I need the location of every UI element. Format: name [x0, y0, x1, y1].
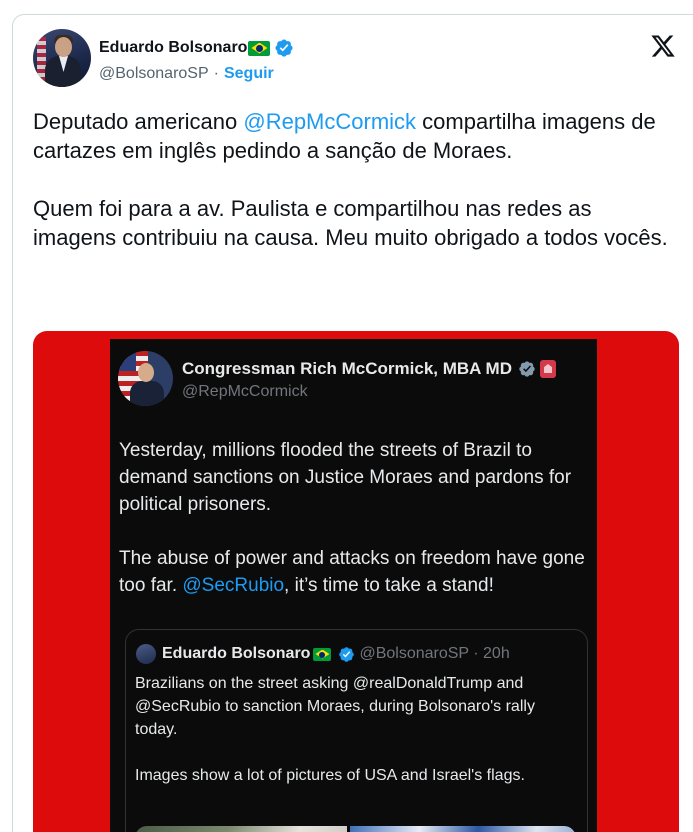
- embedded-author-name-row: Congressman Rich McCormick, MBA MD: [182, 359, 556, 379]
- author-handle[interactable]: @BolsonaroSP: [99, 65, 209, 83]
- quoted-media: [126, 826, 587, 832]
- embedded-screenshot: Congressman Rich McCormick, MBA MD @RepM…: [110, 339, 597, 832]
- embedded-author-handle: @RepMcCormick: [182, 383, 308, 400]
- author-name-row[interactable]: Eduardo Bolsonaro: [99, 37, 294, 59]
- verified-badge-icon: [275, 39, 293, 57]
- embedded-paragraph: Yesterday, millions flooded the streets …: [119, 440, 572, 515]
- tweet-text: Deputado americano @RepMcCormick compart…: [33, 107, 673, 281]
- author-handle-row: @BolsonaroSP · Seguir: [99, 65, 274, 83]
- author-display-name[interactable]: Eduardo Bolsonaro: [99, 39, 247, 57]
- quoted-photo: [350, 826, 576, 832]
- embedded-text-segment: , it’s time to take a stand!: [284, 575, 494, 596]
- quoted-author-avatar: [136, 644, 156, 664]
- quoted-text: Brazilians on the street asking @realDon…: [135, 672, 565, 810]
- tweet-paragraph: Deputado americano @RepMcCormick compart…: [33, 107, 673, 165]
- quoted-handle-time: @BolsonaroSP · 20h: [359, 645, 510, 662]
- tweet-media-image[interactable]: Congressman Rich McCormick, MBA MD @RepM…: [33, 331, 679, 832]
- mention-link[interactable]: @RepMcCormick: [243, 109, 416, 134]
- quoted-paragraph: Brazilians on the street asking @realDon…: [135, 675, 535, 738]
- grey-verified-badge-icon: [519, 361, 535, 377]
- government-badge-icon: [539, 360, 556, 378]
- tweet-card: Eduardo Bolsonaro @BolsonaroSP · Seguir …: [12, 14, 693, 832]
- follow-button[interactable]: Seguir: [224, 65, 274, 83]
- embedded-paragraph: The abuse of power and attacks on freedo…: [119, 545, 589, 599]
- embedded-author-name: Congressman Rich McCormick, MBA MD: [182, 359, 512, 378]
- quoted-photo: [135, 826, 347, 832]
- quoted-author-name: Eduardo Bolsonaro: [162, 645, 311, 662]
- tweet-paragraph: Quem foi para a av. Paulista e compartil…: [33, 196, 668, 250]
- quoted-paragraph: Images show a lot of pictures of USA and…: [135, 767, 525, 784]
- quoted-header: Eduardo Bolsonaro @BolsonaroSP · 20h: [136, 644, 510, 664]
- embedded-mention: @SecRubio: [182, 575, 285, 596]
- brazil-flag-icon: [248, 40, 271, 56]
- verified-badge-icon: [339, 646, 355, 662]
- tweet-text-segment: Deputado americano: [33, 109, 244, 134]
- separator-dot: ·: [213, 65, 219, 82]
- brazil-flag-icon: [313, 647, 332, 661]
- quoted-tweet: Eduardo Bolsonaro @BolsonaroSP · 20h Bra…: [125, 629, 588, 832]
- x-logo-icon[interactable]: [649, 33, 677, 59]
- embedded-author-avatar: [118, 351, 173, 406]
- embedded-tweet-text: Yesterday, millions flooded the streets …: [119, 437, 589, 626]
- author-avatar[interactable]: [33, 29, 91, 87]
